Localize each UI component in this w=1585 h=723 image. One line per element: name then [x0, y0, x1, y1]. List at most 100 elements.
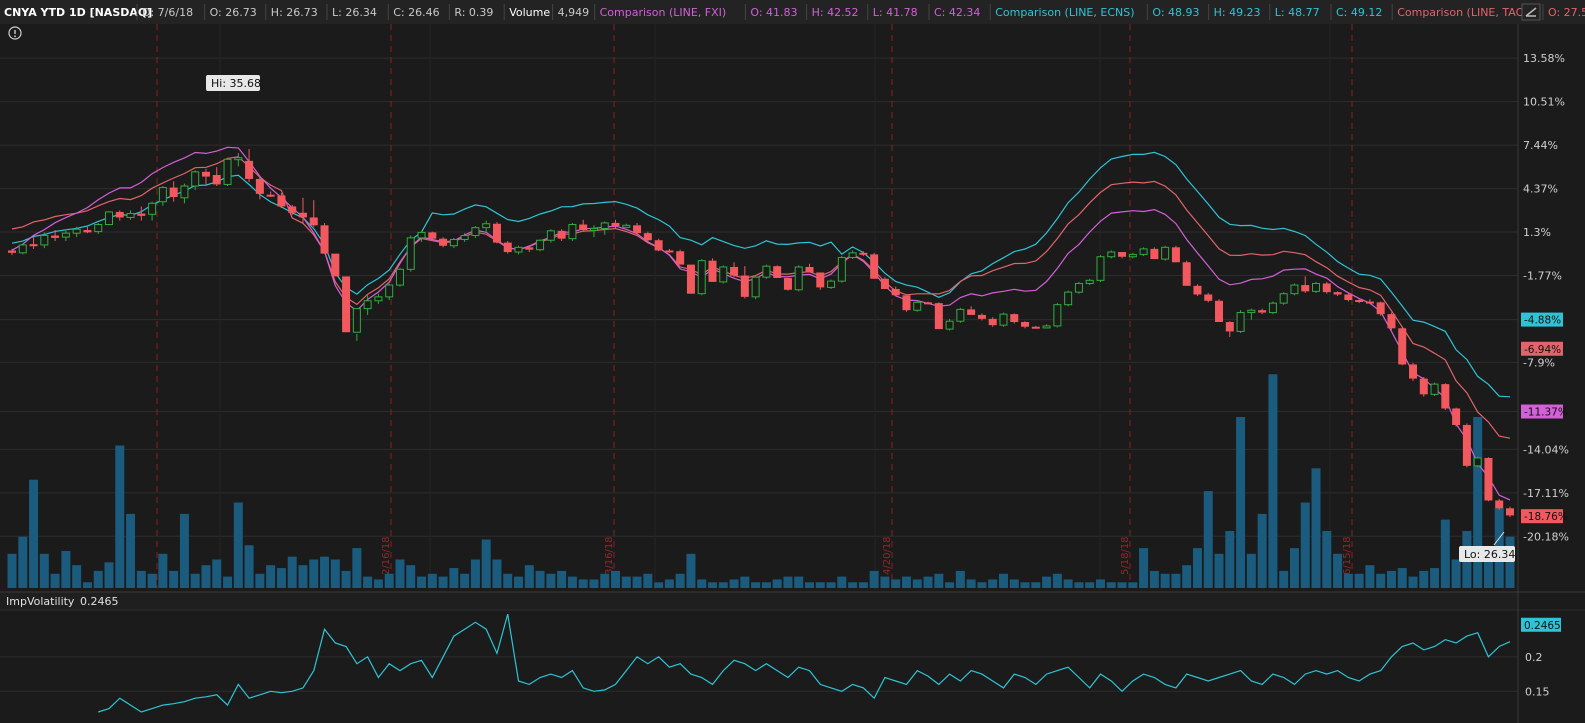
volume-bar — [1257, 513, 1267, 588]
candle-body — [1031, 326, 1040, 329]
candle-body — [697, 260, 706, 295]
volume-bar — [1354, 573, 1364, 588]
comparison-label: Comparison (LINE, TAO) — [1397, 6, 1528, 19]
volume-bar — [330, 559, 340, 588]
candle-body — [579, 224, 588, 231]
comparison-value: C: 49.12 — [1336, 6, 1382, 19]
candle-body — [1139, 248, 1148, 255]
axis-tick-label: 7.44% — [1523, 139, 1558, 152]
volume-bar — [115, 445, 125, 588]
candle-body — [126, 213, 135, 218]
candle-body — [83, 230, 92, 233]
volume-bar — [395, 559, 405, 588]
price-badge-label: -6.94% — [1524, 344, 1561, 356]
volume-bar — [783, 576, 793, 588]
volume-bar — [643, 573, 653, 588]
volume-bar — [611, 570, 621, 588]
volume-bar — [1214, 553, 1224, 588]
impvol-badge-label: 0.2465 — [1524, 620, 1561, 632]
volume-bar — [718, 582, 728, 588]
volume-bar — [1182, 565, 1192, 588]
month-label: 5/18/18 — [1120, 536, 1131, 575]
volume-bar — [1225, 531, 1235, 588]
volume-bar — [169, 570, 179, 588]
volume-bar — [1333, 553, 1343, 588]
axis-tick-label: 1.3% — [1523, 226, 1551, 239]
volume-bar — [7, 553, 17, 588]
candle-body — [977, 314, 986, 319]
volume-bar — [708, 582, 718, 588]
candle-body — [406, 237, 415, 270]
candle-body — [740, 275, 749, 297]
candle-body — [1387, 314, 1396, 329]
volume-bar — [1095, 579, 1105, 588]
axis-tick-label: 10.51% — [1523, 96, 1565, 109]
info-icon[interactable] — [8, 26, 22, 40]
axis-tick-label: -1.77% — [1523, 270, 1562, 283]
volume-bar — [858, 582, 868, 588]
volume-bar — [514, 576, 524, 588]
volume-bar — [1236, 417, 1246, 588]
volume-bar — [869, 570, 879, 588]
volume-bar — [341, 570, 351, 588]
volume-bar — [244, 545, 254, 588]
volume-bar — [772, 579, 782, 588]
candle-body — [1010, 314, 1019, 323]
comparison-value: C: 42.34 — [934, 6, 980, 19]
volume-bar — [804, 582, 814, 588]
candle-body — [902, 295, 911, 311]
candle-body — [245, 160, 254, 179]
candle-body — [51, 235, 60, 238]
candle-body — [309, 217, 318, 226]
volume-bar — [212, 559, 222, 588]
chart-canvas[interactable]: CNYA YTD 1D [NASDAQ]D: 7/6/18 O: 26.73 H: … — [0, 0, 1585, 723]
candle-body — [1204, 294, 1213, 301]
comparison-value: L: 48.77 — [1275, 6, 1320, 19]
candle-body — [115, 211, 124, 218]
volume-bar — [233, 502, 243, 588]
candle-body — [1258, 310, 1267, 313]
lo-label: Lo: 26.34 — [1464, 548, 1515, 561]
volume-bar — [363, 576, 373, 588]
volume-bar — [255, 573, 265, 588]
volume-bar — [557, 570, 567, 588]
volume-bar — [1300, 502, 1310, 588]
volume-bar — [481, 539, 491, 588]
volume-bar — [1376, 573, 1386, 588]
volume-bar — [449, 568, 459, 588]
volume-bar — [761, 582, 771, 588]
impvol-line: 0.2465 — [98, 613, 1561, 713]
collapse-icon[interactable] — [1521, 3, 1541, 21]
volume-bar — [1365, 565, 1375, 588]
volume-bar — [912, 579, 922, 588]
axis-tick-label: 4.37% — [1523, 183, 1558, 196]
axis-tick-label: 13.58% — [1523, 52, 1565, 65]
volume-bar — [794, 576, 804, 588]
candle-body — [859, 252, 868, 255]
volume-bar — [1322, 531, 1332, 588]
volume-bar — [1085, 582, 1095, 588]
candle-body — [158, 187, 167, 203]
candle-body — [460, 235, 469, 240]
candle-body — [654, 240, 663, 251]
volume-bar — [654, 582, 664, 588]
candle-body — [212, 174, 221, 185]
candle-body — [557, 230, 566, 239]
candle-body — [331, 253, 340, 277]
candle-body — [223, 158, 232, 185]
candles — [8, 149, 1514, 517]
candle-body — [439, 238, 448, 246]
candle-body — [848, 252, 857, 259]
candle-body — [536, 239, 545, 251]
volume-bar — [546, 573, 556, 588]
candle-body — [471, 227, 480, 237]
candle-body — [1053, 304, 1062, 327]
comparison-label: Comparison (LINE, FXI) — [600, 6, 727, 19]
candle-body — [428, 232, 437, 239]
candle-body — [1021, 322, 1030, 327]
candle-body — [40, 235, 49, 246]
volume-bar — [460, 573, 470, 588]
month-label: 2/16/18 — [381, 536, 392, 575]
candle-body — [514, 246, 523, 253]
comparison-value: O: 41.83 — [750, 6, 797, 19]
